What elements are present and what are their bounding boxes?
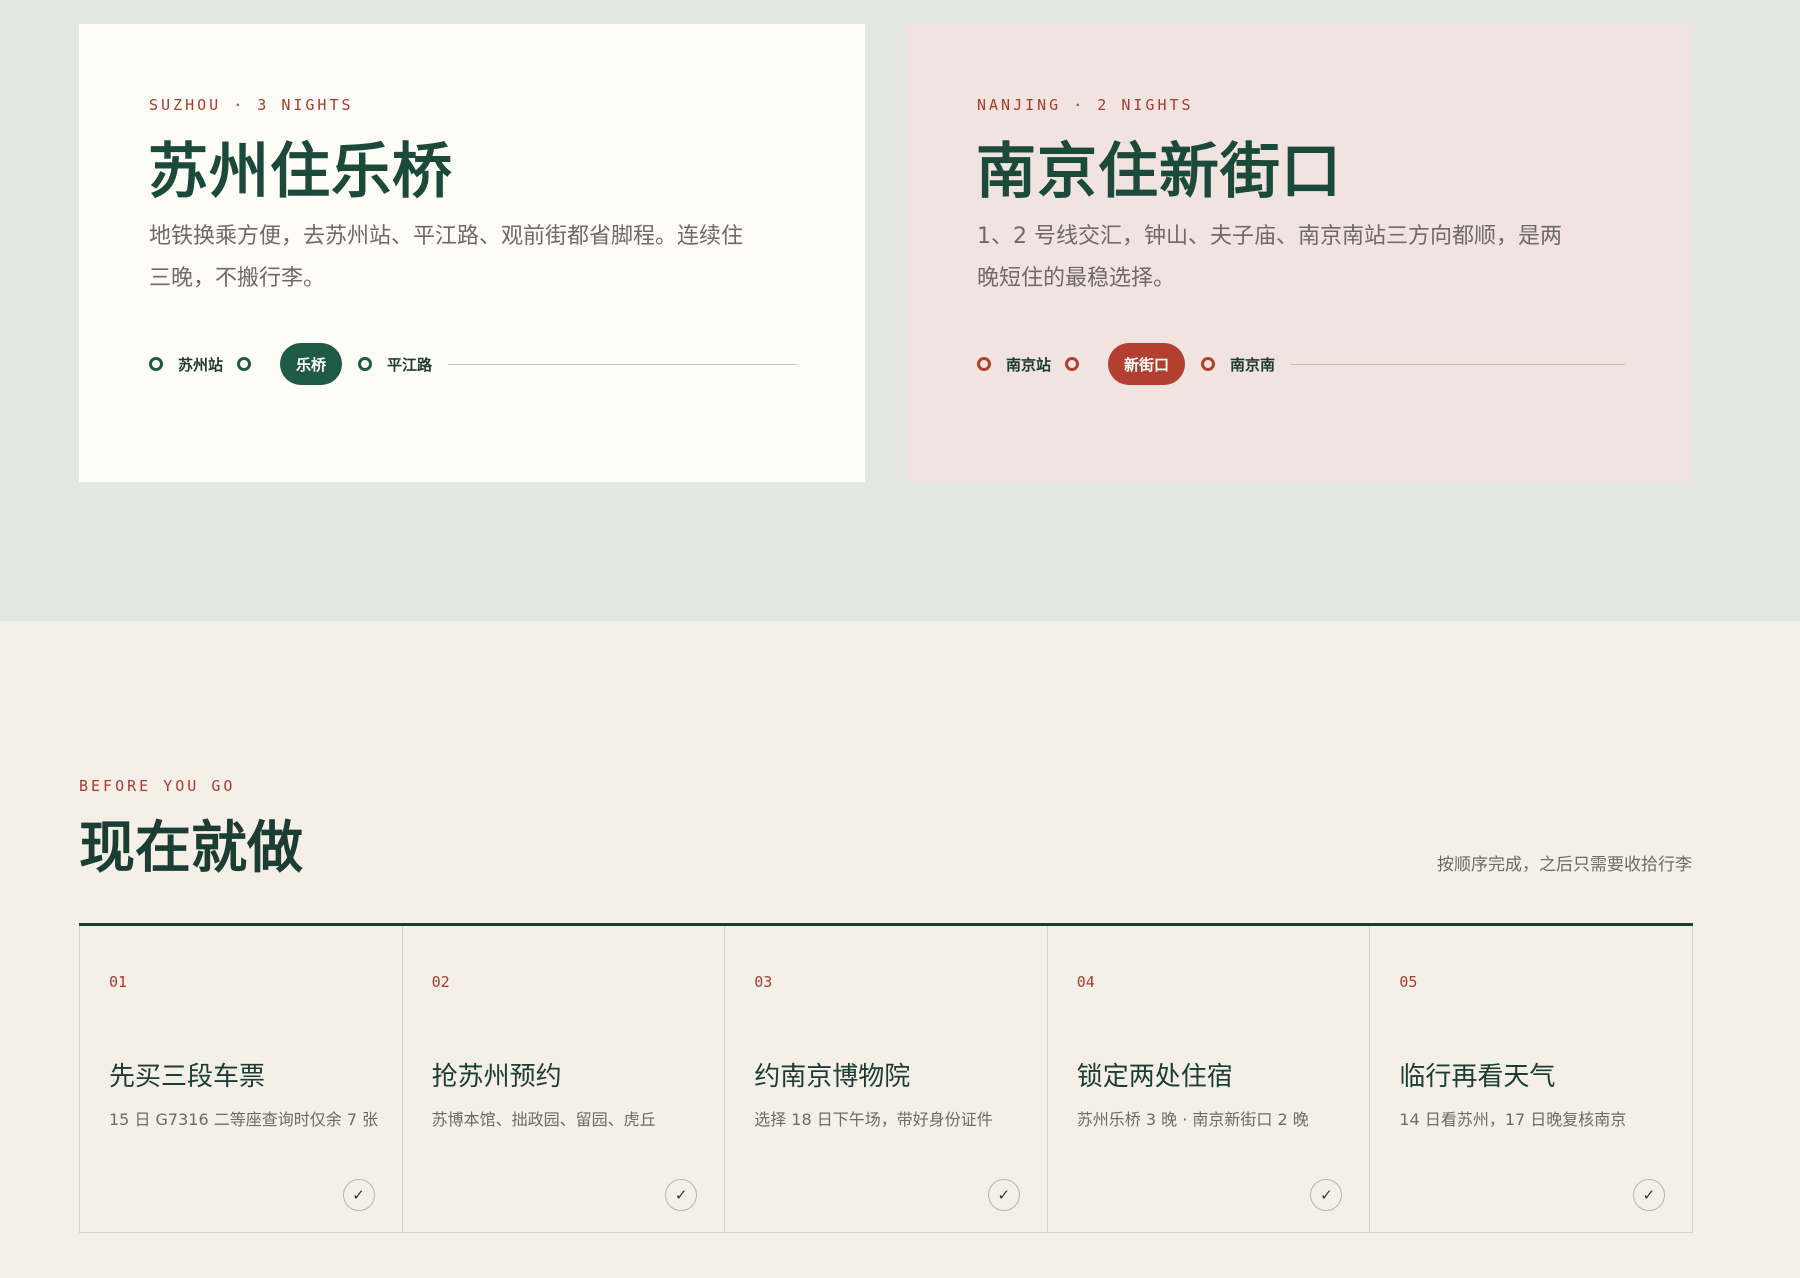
- route-stop: 苏州站: [149, 354, 223, 375]
- station-dot-icon: [358, 357, 373, 371]
- route-stop: [1065, 357, 1094, 371]
- section-title: 现在就做: [79, 815, 303, 881]
- card-title: 南京住新街口: [976, 137, 1342, 207]
- station-dot-icon: [149, 357, 163, 371]
- step-number: 02: [431, 973, 450, 991]
- step-number: 03: [754, 973, 773, 991]
- step-title: 约南京博物院: [754, 1062, 911, 1092]
- section-kicker: BEFORE YOU GO: [79, 777, 236, 795]
- metro-route: 苏州站 乐桥 平江路: [149, 342, 797, 386]
- step-title: 先买三段车票: [109, 1062, 266, 1092]
- route-stop: 南京南: [1201, 354, 1275, 375]
- route-stop: 平江路: [358, 354, 432, 375]
- route-stop: [237, 357, 266, 371]
- step-description: 14 日看苏州，17 日晚复核南京: [1399, 1110, 1627, 1129]
- step-title: 抢苏州预约: [431, 1062, 562, 1092]
- station-label: 南京南: [1230, 355, 1276, 374]
- step-number: 04: [1076, 973, 1095, 991]
- step-title: 锁定两处住宿: [1076, 1062, 1233, 1092]
- route-stop: 南京站: [977, 354, 1051, 375]
- station-label: 苏州站: [178, 355, 224, 374]
- station-label: 南京站: [1006, 355, 1052, 374]
- route-line: [1291, 363, 1625, 365]
- step-description: 苏州乐桥 3 晚 · 南京新街口 2 晚: [1076, 1110, 1309, 1129]
- current-station-pill: 新街口: [1108, 343, 1186, 385]
- step-title: 临行再看天气: [1399, 1062, 1556, 1092]
- check-icon[interactable]: ✓: [1310, 1179, 1343, 1211]
- step-card: 05 临行再看天气 14 日看苏州，17 日晚复核南京 ✓: [1369, 926, 1693, 1233]
- station-label: 平江路: [387, 355, 433, 374]
- current-station-pill: 乐桥: [280, 343, 343, 385]
- step-number: 05: [1399, 973, 1418, 991]
- step-description: 苏博本馆、拙政园、留园、虎丘: [431, 1110, 656, 1129]
- card-title: 苏州住乐桥: [148, 137, 453, 207]
- suzhou-card: SUZHOU · 3 NIGHTS 苏州住乐桥 地铁换乘方便，去苏州站、平江路、…: [79, 24, 865, 482]
- step-card: 02 抢苏州预约 苏博本馆、拙政园、留园、虎丘 ✓: [401, 926, 725, 1233]
- step-card: 01 先买三段车票 15 日 G7316 二等座查询时仅余 7 张 ✓: [79, 926, 402, 1233]
- step-card: 03 约南京博物院 选择 18 日下午场，带好身份证件 ✓: [724, 926, 1047, 1233]
- station-dot-icon: [237, 357, 252, 371]
- step-number: 01: [109, 973, 128, 991]
- card-description: 地铁换乘方便，去苏州站、平江路、观前街都省脚程。连续住三晚，不搬行李。: [149, 224, 744, 291]
- card-kicker: NANJING · 2 NIGHTS: [977, 96, 1194, 114]
- station-dot-icon: [977, 357, 991, 371]
- todo-steps: 01 先买三段车票 15 日 G7316 二等座查询时仅余 7 张 ✓ 02 抢…: [79, 923, 1693, 1233]
- check-icon[interactable]: ✓: [987, 1179, 1020, 1211]
- route-line: [448, 363, 797, 365]
- station-dot-icon: [1065, 357, 1080, 371]
- section-note: 按顺序完成，之后只需要收拾行李: [1437, 855, 1692, 875]
- check-icon[interactable]: ✓: [1632, 1179, 1665, 1211]
- stay-section: SUZHOU · 3 NIGHTS 苏州住乐桥 地铁换乘方便，去苏州站、平江路、…: [0, 0, 1800, 621]
- nanjing-card: NANJING · 2 NIGHTS 南京住新街口 1、2 号线交汇，钟山、夫子…: [907, 24, 1693, 482]
- metro-route: 南京站 新街口 南京南: [977, 342, 1625, 386]
- station-dot-icon: [1201, 357, 1216, 371]
- step-description: 选择 18 日下午场，带好身份证件: [754, 1110, 993, 1129]
- card-description: 1、2 号线交汇，钟山、夫子庙、南京南站三方向都顺，是两晚短住的最稳选择。: [977, 224, 1562, 291]
- step-description: 15 日 G7316 二等座查询时仅余 7 张: [109, 1110, 379, 1129]
- check-icon[interactable]: ✓: [342, 1179, 375, 1211]
- card-kicker: SUZHOU · 3 NIGHTS: [149, 96, 354, 114]
- step-card: 04 锁定两处住宿 苏州乐桥 3 晚 · 南京新街口 2 晚 ✓: [1046, 926, 1370, 1233]
- check-icon[interactable]: ✓: [665, 1179, 698, 1211]
